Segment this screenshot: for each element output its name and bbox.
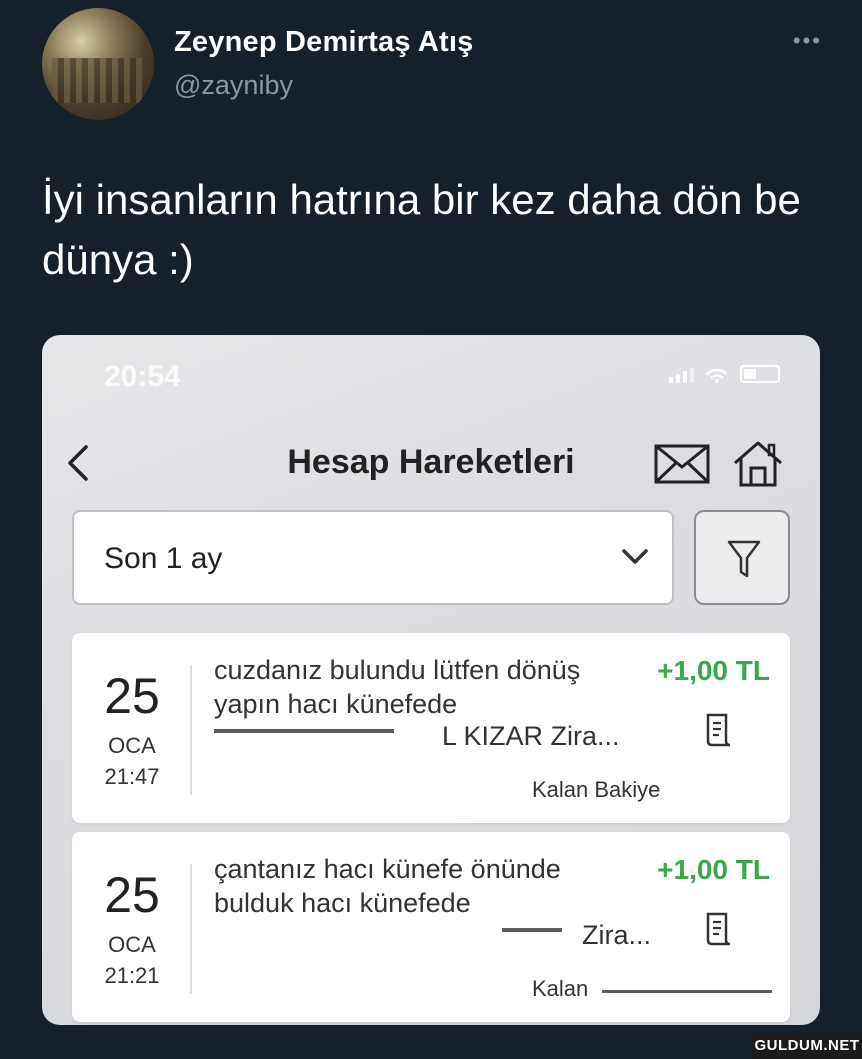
transaction-month: OCA (108, 932, 156, 957)
avatar[interactable] (42, 8, 154, 120)
filter-button[interactable] (694, 510, 790, 605)
redacted-text (602, 990, 772, 993)
more-options-icon[interactable]: ••• (793, 30, 822, 52)
site-watermark: GULDUM.NET (752, 1033, 862, 1059)
card-divider (190, 665, 192, 795)
transaction-card[interactable]: 25 OCA 21:47 cuzdanız bulundu lütfen dön… (72, 633, 790, 823)
transaction-account: L KIZAR Zira... (442, 721, 620, 751)
redacted-text (214, 729, 394, 733)
transaction-description: cuzdanız bulundu lütfen dönüş yapın hacı… (214, 655, 581, 719)
balance-label: Kalan (532, 976, 589, 1001)
transaction-day: 25 (104, 668, 160, 724)
transaction-day: 25 (104, 867, 160, 923)
receipt-icon[interactable] (704, 713, 734, 747)
balance-label: Kalan Bakiye (532, 777, 661, 802)
home-icon[interactable] (732, 439, 784, 489)
tweet-header: Zeynep Demirtaş Atış @zayniby ••• (42, 8, 832, 120)
card-divider (190, 864, 192, 994)
transaction-description: çantanız hacı künefe önünde bulduk hacı … (214, 854, 561, 918)
mail-icon[interactable] (654, 443, 710, 485)
transaction-account: Zira... (582, 920, 652, 950)
transaction-time: 21:47 (104, 764, 160, 789)
transaction-time: 21:21 (104, 963, 160, 988)
battery-icon (740, 365, 780, 383)
period-select[interactable]: Son 1 ay (72, 510, 674, 605)
redacted-text (502, 928, 562, 932)
filter-icon (727, 540, 761, 578)
transaction-month: OCA (108, 733, 156, 758)
wifi-icon (706, 369, 728, 383)
signal-icon (669, 368, 694, 383)
period-select-value: Son 1 ay (104, 542, 223, 575)
status-bar-icons (669, 365, 780, 383)
receipt-icon[interactable] (704, 912, 734, 946)
transaction-card[interactable]: 25 OCA 21:21 çantanız hacı künefe önünde… (72, 832, 790, 1022)
user-handle[interactable]: @zayniby (174, 70, 293, 101)
transaction-amount: +1,00 TL (657, 854, 770, 885)
tweet-text: İyi insanların hatrına bir kez daha dön … (42, 176, 801, 283)
tweet-media-screenshot[interactable]: 20:54 Hesap Hareketleri Son 1 ay 25 OCA … (42, 335, 820, 1025)
chevron-down-icon (622, 549, 648, 564)
transaction-amount: +1,00 TL (657, 655, 770, 686)
status-bar-time: 20:54 (104, 360, 181, 393)
display-name[interactable]: Zeynep Demirtaş Atış (174, 26, 473, 59)
